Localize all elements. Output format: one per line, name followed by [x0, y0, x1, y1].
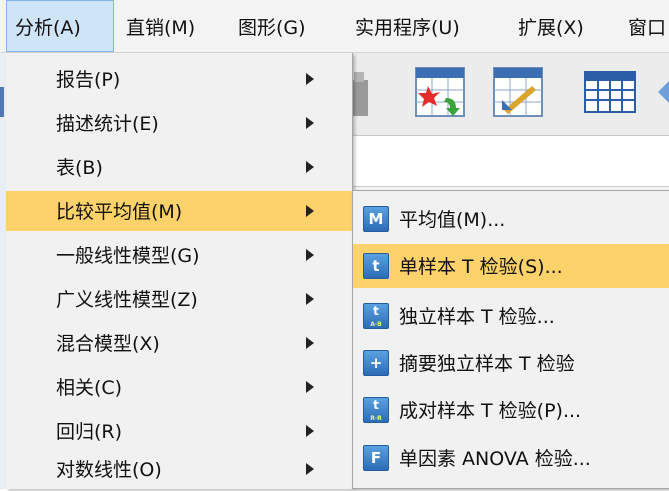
- cell-editor-field[interactable]: [352, 136, 669, 187]
- submenu-item-means[interactable]: M 平均值(M)...: [353, 197, 669, 241]
- submenu-item-label: 平均值(M)...: [399, 209, 506, 231]
- anova-icon: F: [363, 445, 389, 471]
- menu-window[interactable]: 窗口: [628, 0, 666, 52]
- data-table-icon[interactable]: [582, 64, 638, 120]
- submenu-arrow-icon: [306, 381, 314, 393]
- submenu-item-paired-samples-t-test[interactable]: t R·R 成对样本 T 检验(P)...: [353, 388, 669, 432]
- submenu-arrow-icon: [306, 337, 314, 349]
- menu-item-descriptive-statistics[interactable]: 描述统计(E): [6, 103, 352, 143]
- submenu-item-summary-independent-t-test[interactable]: + 摘要独立样本 T 检验: [353, 341, 669, 385]
- menu-item-tables[interactable]: 表(B): [6, 147, 352, 187]
- menu-direct-marketing[interactable]: 直销(M): [126, 0, 195, 52]
- menu-utilities[interactable]: 实用程序(U): [355, 0, 460, 52]
- toolbar-chart-icon[interactable]: [352, 72, 368, 116]
- menu-item-reports[interactable]: 报告(P): [6, 59, 352, 99]
- submenu-item-label: 单样本 T 检验(S)...: [399, 256, 563, 278]
- menu-item-label: 对数线性(O): [56, 459, 162, 481]
- menu-item-label: 报告(P): [56, 69, 121, 91]
- menu-item-loglinear[interactable]: 对数线性(O): [6, 449, 352, 489]
- submenu-arrow-icon: [306, 425, 314, 437]
- submenu-item-independent-samples-t-test[interactable]: t A·B 独立样本 T 检验...: [353, 294, 669, 338]
- menu-item-label: 表(B): [56, 157, 103, 179]
- menu-extensions[interactable]: 扩展(X): [518, 0, 584, 52]
- icon-glyph: t: [373, 304, 379, 318]
- variables-grid-icon[interactable]: [490, 64, 546, 120]
- menu-item-label: 广义线性模型(Z): [56, 289, 198, 311]
- menu-item-mixed-models[interactable]: 混合模型(X): [6, 323, 352, 363]
- submenu-arrow-icon: [306, 73, 314, 85]
- submenu-item-label: 成对样本 T 检验(P)...: [399, 400, 582, 422]
- menu-item-label: 相关(C): [56, 377, 123, 399]
- paired-t-icon: t R·R: [363, 397, 389, 423]
- summary-t-icon: +: [363, 350, 389, 376]
- menu-item-compare-means[interactable]: 比较平均值(M): [6, 191, 352, 231]
- submenu-arrow-icon: [306, 205, 314, 217]
- submenu-arrow-icon: [306, 161, 314, 173]
- icon-sub-glyph: A·B: [370, 321, 382, 328]
- submenu-item-one-way-anova[interactable]: F 单因素 ANOVA 检验...: [353, 436, 669, 480]
- submenu-arrow-icon: [306, 293, 314, 305]
- cases-grid-icon[interactable]: [412, 64, 468, 120]
- means-icon: M: [363, 206, 389, 232]
- submenu-arrow-icon: [306, 249, 314, 261]
- menu-bar: 分析(A) 直销(M) 图形(G) 实用程序(U) 扩展(X) 窗口: [0, 0, 669, 53]
- submenu-item-label: 摘要独立样本 T 检验: [399, 353, 575, 375]
- menu-item-label: 混合模型(X): [56, 333, 160, 355]
- submenu-arrow-icon: [306, 117, 314, 129]
- menu-item-label: 描述统计(E): [56, 113, 159, 135]
- menu-item-regression[interactable]: 回归(R): [6, 411, 352, 451]
- submenu-item-label: 独立样本 T 检验...: [399, 306, 555, 328]
- menu-graphs[interactable]: 图形(G): [238, 0, 306, 52]
- menu-item-generalized-linear-models[interactable]: 广义线性模型(Z): [6, 279, 352, 319]
- submenu-item-one-sample-t-test[interactable]: t 单样本 T 检验(S)...: [353, 244, 669, 288]
- menu-item-correlate[interactable]: 相关(C): [6, 367, 352, 407]
- icon-glyph: t: [373, 398, 379, 412]
- menu-analyze[interactable]: 分析(A): [6, 0, 114, 52]
- submenu-arrow-icon: [306, 463, 314, 475]
- icon-sub-glyph: R·R: [370, 415, 382, 422]
- menu-item-label: 一般线性模型(G): [56, 245, 200, 267]
- submenu-item-label: 单因素 ANOVA 检验...: [399, 448, 591, 470]
- menu-item-label: 比较平均值(M): [56, 201, 183, 223]
- menu-item-general-linear-model[interactable]: 一般线性模型(G): [6, 235, 352, 275]
- independent-t-icon: t A·B: [363, 303, 389, 329]
- menu-item-label: 回归(R): [56, 421, 123, 443]
- compare-means-submenu: M 平均值(M)... t 单样本 T 检验(S)... t A·B 独立样本 T…: [352, 190, 669, 489]
- toolbar-partial-icon[interactable]: [656, 64, 669, 120]
- analyze-dropdown-menu: 报告(P) 描述统计(E) 表(B) 比较平均值(M) 一般线性模型(G) 广义…: [6, 53, 353, 489]
- one-sample-t-icon: t: [363, 253, 389, 279]
